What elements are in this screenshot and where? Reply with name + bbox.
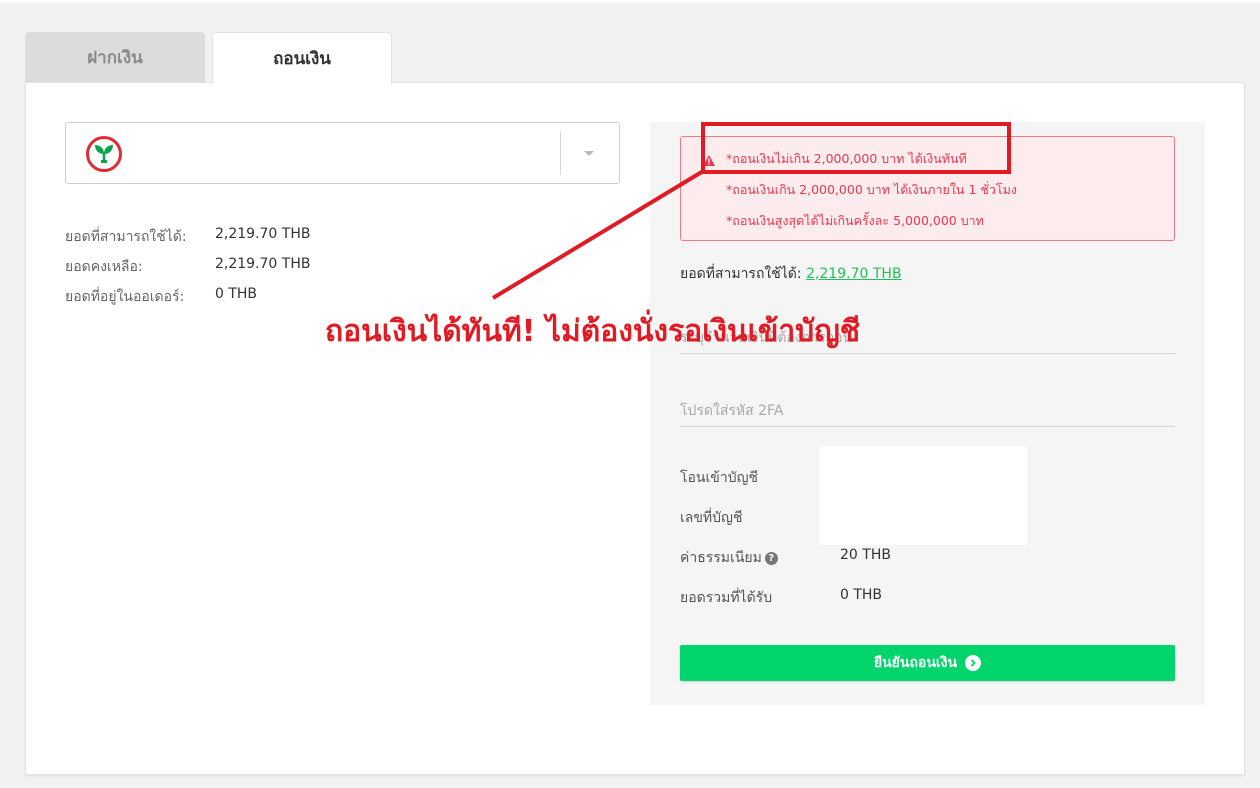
alert-line-2: *ถอนเงินเกิน 2,000,000 บาท ได้เงินภายใน … [726,182,1017,197]
total-received-value: 0 THB [840,587,883,603]
fee-value: 20 THB [840,547,891,563]
balance-available-label: ยอดที่สามารถใช้ได้: [65,229,187,245]
withdraw-alert: *ถอนเงินไม่เกิน 2,000,000 บาท ได้เงินทัน… [680,136,1175,241]
confirm-withdraw-button[interactable]: ยืนยันถอนเงิน [680,645,1175,681]
alert-line-3: *ถอนเงินสูงสุดได้ไม่เกินครั้งละ 5,000,00… [726,213,984,228]
account-info-redacted [819,446,1027,545]
promo-annotation-text: ถอนเงินได้ทันที! ไม่ต้องนั่งรอเงินเข้าบั… [325,314,861,349]
available-balance-label: ยอดที่สามารถใช้ได้: [680,266,802,282]
account-number-label: เลขที่บัญชี [680,510,743,526]
balance-available-value: 2,219.70 THB [215,226,311,242]
balance-in-order-label: ยอดที่อยู่ในออเดอร์: [65,289,185,305]
tab-withdraw[interactable]: ถอนเงิน [212,32,392,84]
confirm-withdraw-label: ยืนยันถอนเงิน [873,655,958,671]
top-bar [0,0,1260,3]
balance-in-order-value: 0 THB [215,286,258,302]
available-balance-link[interactable]: 2,219.70 THB [806,266,901,282]
total-received-label: ยอดรวมที่ได้รับ [680,590,773,606]
chevron-down-icon[interactable] [584,151,594,156]
fee-label: ค่าธรรมเนียม [680,550,762,566]
balance-remaining-label: ยอดคงเหลือ: [65,259,143,275]
warning-icon [703,151,715,170]
fee-label-row: ค่าธรรมเนียม? [680,547,778,569]
twofa-input[interactable] [680,395,1175,427]
arrow-right-circle-icon [965,655,982,671]
alert-line-1: *ถอนเงินไม่เกิน 2,000,000 บาท ได้เงินทัน… [726,151,967,166]
balance-remaining-value: 2,219.70 THB [215,256,311,272]
transfer-to-label: โอนเข้าบัญชี [680,470,759,486]
question-icon[interactable]: ? [764,552,778,565]
kasikorn-bank-logo-icon [86,136,122,172]
bank-select[interactable] [65,122,620,184]
select-divider [560,131,561,175]
available-balance: ยอดที่สามารถใช้ได้: 2,219.70 THB [680,263,902,285]
tab-deposit[interactable]: ฝากเงิน [25,32,205,82]
